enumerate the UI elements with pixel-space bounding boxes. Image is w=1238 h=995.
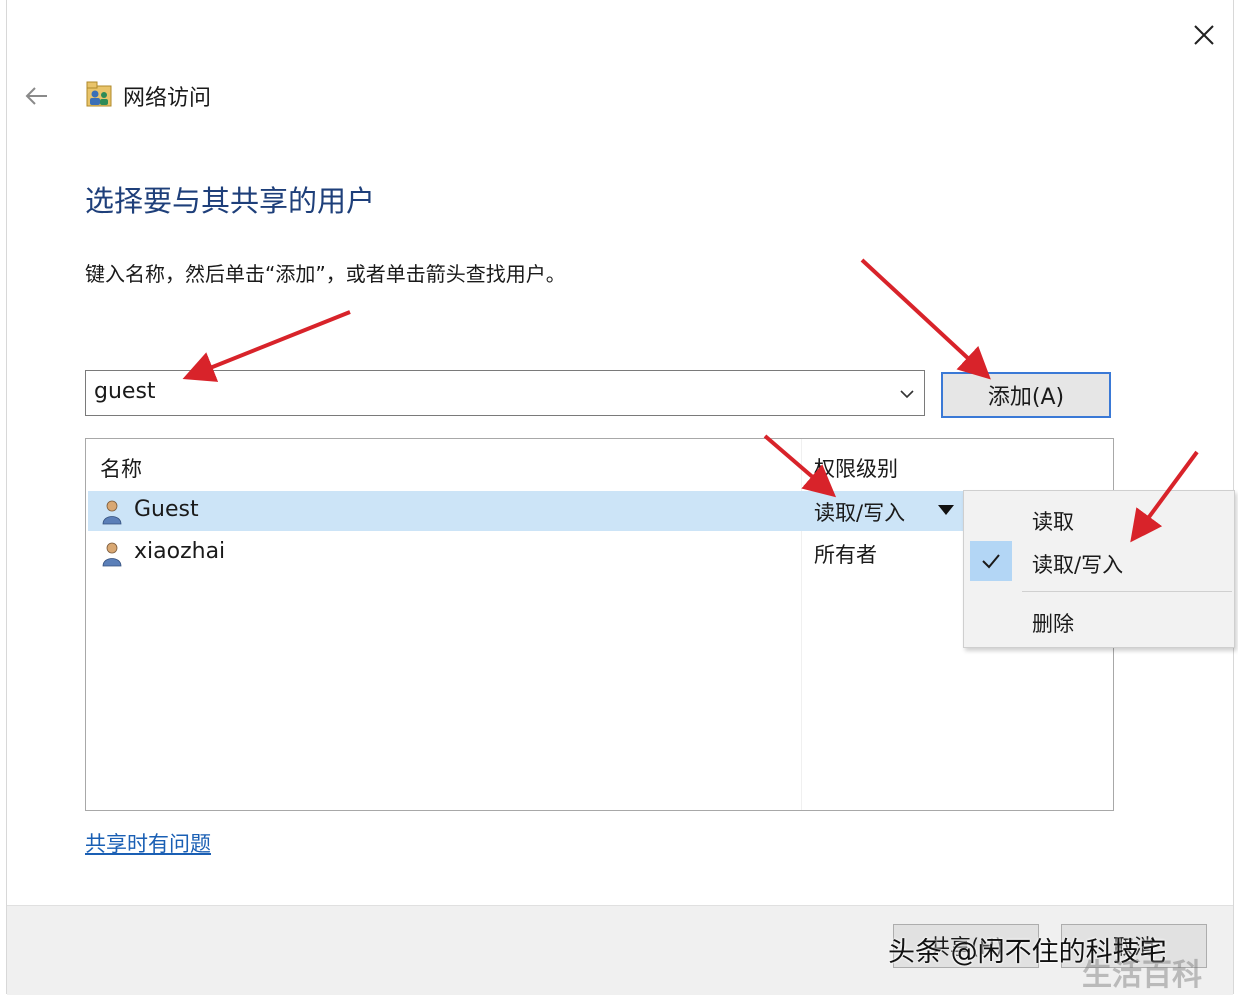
user-name: xiaozhai: [134, 539, 226, 564]
add-button[interactable]: 添加(A): [941, 372, 1111, 418]
user-permission[interactable]: 读取/写入: [814, 497, 905, 527]
close-icon[interactable]: [1187, 18, 1221, 52]
permission-context-menu: 读取 读取/写入 删除: [963, 490, 1235, 648]
sharing-problem-link[interactable]: 共享时有问题: [85, 828, 211, 858]
menu-item-label: 读取: [1032, 510, 1074, 534]
user-icon: [102, 542, 122, 567]
user-name-combobox[interactable]: guest: [85, 370, 925, 416]
menu-separator: [1022, 591, 1232, 592]
menu-item-label: 读取/写入: [1032, 553, 1124, 577]
chevron-down-icon[interactable]: [898, 385, 916, 403]
checkmark-icon: [970, 541, 1012, 581]
user-name-input[interactable]: guest: [94, 379, 156, 404]
user-name: Guest: [134, 497, 199, 522]
menu-item-label: 删除: [1032, 612, 1074, 636]
list-row-guest[interactable]: Guest 读取/写入: [88, 491, 1111, 531]
menu-item-read-write[interactable]: 读取/写入: [964, 539, 1234, 583]
column-header-name[interactable]: 名称: [100, 453, 142, 483]
menu-item-remove[interactable]: 删除: [964, 598, 1234, 642]
column-header-permission[interactable]: 权限级别: [814, 453, 898, 483]
back-arrow-icon[interactable]: [21, 80, 53, 112]
menu-item-read[interactable]: 读取: [964, 496, 1234, 540]
window-title: 网络访问: [123, 86, 212, 111]
user-icon: [102, 500, 122, 525]
network-users-icon: [86, 81, 112, 107]
caret-down-icon[interactable]: [938, 505, 954, 515]
user-permission-list: 名称 权限级别 Guest 读取/写入 xiaozhai 所有者: [85, 438, 1114, 811]
list-row-xiaozhai[interactable]: xiaozhai 所有者: [88, 533, 1111, 573]
user-permission: 所有者: [814, 543, 877, 567]
instruction-text: 键入名称，然后单击“添加”，或者单击箭头查找用户。: [85, 262, 566, 286]
page-heading: 选择要与其共享的用户: [85, 184, 376, 218]
watermark-text-secondary: 生活百科: [1082, 958, 1202, 993]
